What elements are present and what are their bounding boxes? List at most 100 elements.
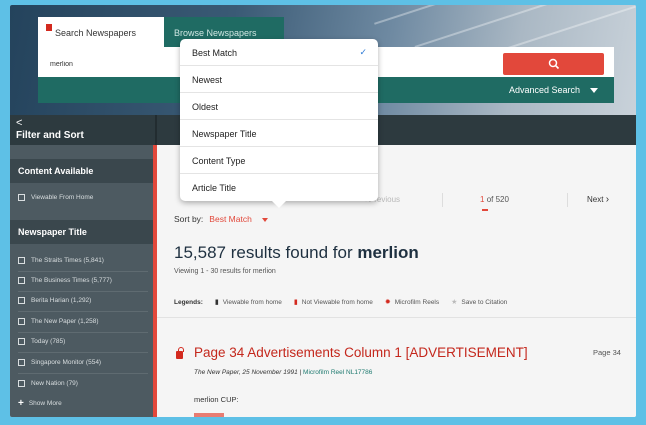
filter-label: Singapore Monitor (554) bbox=[31, 359, 102, 366]
results-count: 15,587 results found for bbox=[174, 243, 353, 262]
result-meta: The New Paper, 25 November 1991 | Microf… bbox=[194, 369, 372, 376]
divider bbox=[18, 373, 148, 374]
sort-option-label: Article Title bbox=[192, 183, 237, 193]
divider bbox=[18, 311, 148, 312]
caret-down-icon[interactable] bbox=[261, 217, 268, 222]
sort-option-oldest[interactable]: Oldest bbox=[180, 93, 378, 120]
filter-newspaper-item[interactable]: The Business Times (5,777) bbox=[18, 277, 112, 284]
advanced-search-toggle[interactable]: Advanced Search bbox=[509, 85, 598, 95]
legend-label: Microfilm Reels bbox=[394, 298, 440, 306]
divider bbox=[442, 193, 443, 207]
back-chevron-icon[interactable]: < bbox=[16, 117, 22, 129]
filter-newspaper-item[interactable]: The New Paper (1,258) bbox=[18, 318, 99, 325]
checkbox[interactable] bbox=[18, 277, 25, 284]
filter-label: Viewable From Home bbox=[31, 194, 94, 201]
filter-newspaper-item[interactable]: Today (785) bbox=[18, 338, 65, 345]
meta-separator: | bbox=[299, 369, 302, 376]
lock-icon: ▮ bbox=[293, 299, 298, 306]
divider bbox=[567, 193, 568, 207]
advanced-search-label: Advanced Search bbox=[508, 85, 580, 95]
results-count-heading: 15,587 results found for merlion bbox=[174, 243, 419, 263]
result-title-link[interactable]: Page 34 Advertisements Column 1 [ADVERTI… bbox=[194, 345, 528, 360]
legend-label: Save to Citation bbox=[461, 298, 508, 306]
content-available-heading: Content Available bbox=[10, 159, 155, 183]
result-snippet: merlion CUP: bbox=[194, 395, 239, 404]
filter-label: The Straits Times (5,841) bbox=[31, 257, 104, 264]
lock-icon bbox=[176, 347, 184, 359]
filter-newspaper-item[interactable]: New Nation (79) bbox=[18, 380, 78, 387]
filter-newspaper-item[interactable]: Berita Harian (1,292) bbox=[18, 297, 91, 304]
legend-not-viewable: ▮ Not Viewable from home bbox=[293, 298, 373, 307]
divider bbox=[18, 332, 148, 333]
background-paper-line bbox=[374, 5, 546, 25]
sort-option-best-match[interactable]: Best Match ✓ bbox=[180, 39, 378, 66]
search-tab-label: Search Newspapers bbox=[55, 28, 137, 38]
next-page-button[interactable]: Next › bbox=[587, 194, 609, 205]
filter-newspaper-item[interactable]: The Straits Times (5,841) bbox=[18, 257, 104, 264]
caret-down-icon bbox=[590, 88, 598, 94]
legend-viewable: ▮ Viewable from home bbox=[214, 298, 282, 307]
checkbox[interactable] bbox=[18, 380, 25, 387]
checkbox[interactable] bbox=[18, 194, 25, 201]
show-more-link[interactable]: + Show More bbox=[18, 398, 62, 409]
checkbox[interactable] bbox=[18, 359, 25, 366]
sort-select[interactable]: Best Match bbox=[209, 214, 252, 224]
filter-label: Today (785) bbox=[31, 338, 66, 345]
legend-microfilm: ✹ Microfilm Reels bbox=[384, 298, 440, 307]
divider bbox=[18, 291, 148, 292]
results-query: merlion bbox=[357, 243, 419, 262]
sort-option-label: Newest bbox=[192, 75, 223, 85]
checkbox[interactable] bbox=[18, 338, 25, 345]
sort-option-newest[interactable]: Newest bbox=[180, 66, 378, 93]
search-icon bbox=[548, 58, 559, 70]
divider bbox=[18, 352, 148, 353]
page-indicator: 1 of 520 bbox=[480, 195, 509, 204]
sort-option-article-title[interactable]: Article Title bbox=[180, 174, 378, 201]
checkbox[interactable] bbox=[18, 297, 25, 304]
legends-label: Legends: bbox=[174, 298, 203, 306]
sort-label: Sort by: bbox=[174, 214, 204, 224]
result-publication: The New Paper, 25 November 1991 bbox=[194, 369, 298, 376]
pagination: < Previous 1 of 520 Next › bbox=[362, 191, 622, 211]
filter-label: New Nation (79) bbox=[31, 380, 78, 387]
result-action-stub[interactable] bbox=[194, 413, 224, 417]
sort-option-label: Best Match bbox=[192, 48, 238, 58]
sort-control: Sort by: Best Match bbox=[174, 214, 268, 224]
sort-option-label: Oldest bbox=[192, 102, 219, 112]
plus-icon: + bbox=[18, 398, 24, 409]
newspaper-icon bbox=[46, 24, 52, 31]
chevron-right-icon: › bbox=[605, 194, 610, 205]
newspaper-title-heading: Newspaper Title bbox=[10, 220, 155, 244]
legend-label: Viewable from home bbox=[222, 298, 282, 306]
sort-option-label: Newspaper Title bbox=[192, 129, 257, 139]
next-label: Next bbox=[587, 195, 604, 204]
legends-row: Legends: ▮ Viewable from home ▮ Not Viewab… bbox=[174, 298, 519, 307]
filter-sort-title: Filter and Sort bbox=[16, 130, 84, 141]
search-button[interactable] bbox=[503, 53, 604, 75]
current-page-underline bbox=[482, 209, 488, 211]
page-total: of 520 bbox=[486, 195, 509, 204]
current-page[interactable]: 1 bbox=[480, 195, 484, 204]
divider bbox=[157, 317, 636, 318]
divider bbox=[18, 271, 148, 272]
results-range: Viewing 1 - 30 results for merlion bbox=[174, 268, 276, 275]
filter-sidebar: Content Available Viewable From Home New… bbox=[10, 145, 157, 417]
filter-label: The Business Times (5,777) bbox=[31, 277, 112, 284]
checkbox[interactable] bbox=[18, 318, 25, 325]
sort-option-content-type[interactable]: Content Type bbox=[180, 147, 378, 174]
legend-citation: ★ Save to Citation bbox=[451, 298, 508, 307]
search-newspapers-tab[interactable]: Search Newspapers bbox=[38, 17, 164, 47]
filter-viewable-from-home[interactable]: Viewable From Home bbox=[18, 194, 93, 201]
sort-dropdown: Best Match ✓ Newest Oldest Newspaper Tit… bbox=[180, 39, 378, 208]
filter-newspaper-item[interactable]: Singapore Monitor (554) bbox=[18, 359, 101, 366]
sort-option-label: Content Type bbox=[192, 156, 246, 166]
film-reel-icon: ✹ bbox=[384, 299, 391, 306]
show-more-label: Show More bbox=[28, 400, 62, 407]
filter-label: The New Paper (1,258) bbox=[31, 318, 99, 325]
checkbox[interactable] bbox=[18, 257, 25, 264]
divider bbox=[155, 115, 157, 145]
document-icon: ▮ bbox=[214, 299, 219, 306]
sort-option-newspaper-title[interactable]: Newspaper Title bbox=[180, 120, 378, 147]
app-frame: Search Newspapers Browse Newspapers Adva… bbox=[10, 5, 636, 417]
microfilm-reel-link[interactable]: Microfilm Reel NL17786 bbox=[303, 369, 372, 376]
